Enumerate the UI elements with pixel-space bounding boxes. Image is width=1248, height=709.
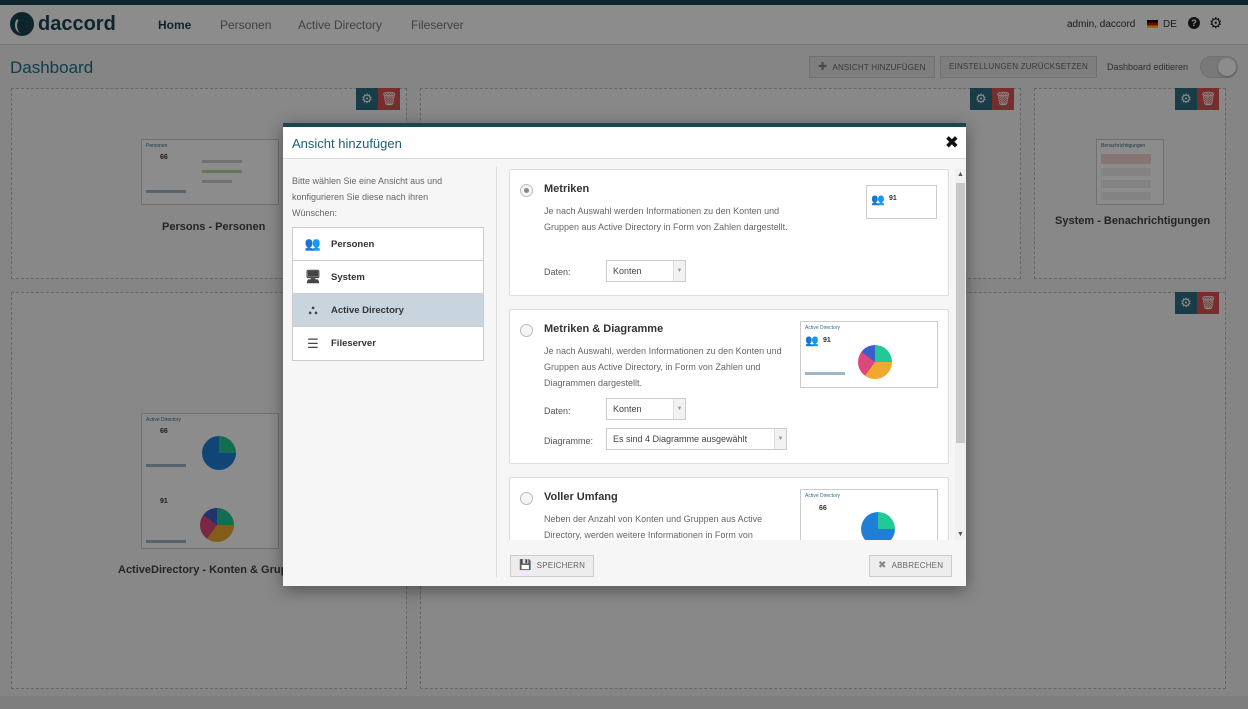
diagramme-label: Diagramme: (544, 436, 594, 446)
option-metriken-diagramme[interactable]: Metriken & Diagramme Je nach Auswahl, we… (509, 309, 949, 464)
save-label: SPEICHERN (536, 561, 586, 570)
users-icon: 👥 (871, 194, 885, 206)
add-view-modal: Ansicht hinzufügen ✖ Bitte wählen Sie ei… (283, 123, 966, 586)
category-list: 👥 Personen 🖥 System ⛬ Active Directory ☰… (292, 227, 484, 361)
category-fileserver[interactable]: ☰ Fileserver (293, 327, 483, 360)
option-metriken[interactable]: Metriken Je nach Auswahl werden Informat… (509, 169, 949, 296)
daten-select[interactable]: Konten ▼ (606, 260, 686, 282)
scroll-thumb[interactable] (956, 183, 965, 443)
system-icon: 🖥 (304, 269, 322, 284)
cancel-label: ABBRECHEN (891, 561, 944, 570)
thumb-title: Active Directory (805, 493, 841, 499)
scroll-up-icon[interactable]: ▲ (955, 171, 966, 178)
option-description: Je nach Auswahl, werden Informationen zu… (544, 346, 782, 388)
option-title: Metriken (544, 183, 590, 195)
chevron-down-icon: ▼ (673, 399, 685, 419)
modal-body: Bitte wählen Sie eine Ansicht aus und ko… (283, 159, 966, 586)
option-thumbnail: 👥 91 (866, 185, 937, 219)
category-system[interactable]: 🖥 System (293, 261, 483, 294)
option-thumbnail: Active Directory 👥 91 (800, 321, 938, 388)
save-button[interactable]: 💾 SPEICHERN (510, 555, 595, 577)
daten-label: Daten: (544, 267, 571, 277)
thumb-value: 91 (823, 337, 831, 344)
chevron-down-icon: ▼ (774, 429, 786, 449)
options-scrollbar[interactable]: ▲ ▼ (955, 169, 966, 540)
option-radio[interactable] (520, 324, 533, 337)
floppy-icon: 💾 (519, 560, 532, 571)
option-thumbnail: Active Directory 66 (800, 489, 938, 540)
close-icon[interactable]: ✖ (945, 133, 959, 153)
users-icon: 👥 (304, 236, 322, 251)
diagramme-select[interactable]: Es sind 4 Diagramme ausgewählt ▼ (606, 428, 787, 450)
thumb-value: 66 (819, 505, 827, 512)
modal-title: Ansicht hinzufügen (292, 136, 402, 151)
daten-value: Konten (613, 404, 642, 414)
option-radio[interactable] (520, 492, 533, 505)
pie-chart (858, 345, 892, 379)
option-radio[interactable] (520, 184, 533, 197)
category-personen[interactable]: 👥 Personen (293, 228, 483, 261)
cancel-button[interactable]: ✖ ABBRECHEN (869, 555, 953, 577)
daten-label: Daten: (544, 406, 571, 416)
network-icon: ⛬ (308, 302, 318, 317)
daten-value: Konten (613, 266, 642, 276)
option-description: Je nach Auswahl werden Informationen zu … (544, 206, 788, 232)
thumb-value: 91 (889, 195, 897, 202)
category-label: Active Directory (331, 304, 404, 316)
server-icon: ☰ (307, 335, 319, 351)
daten-select[interactable]: Konten ▼ (606, 398, 686, 420)
close-icon: ✖ (878, 560, 887, 571)
pie-chart (861, 512, 895, 540)
option-voller-umfang[interactable]: Voller Umfang Neben der Anzahl von Konte… (509, 477, 949, 540)
option-title: Metriken & Diagramme (544, 323, 664, 335)
users-icon: 👥 (805, 335, 819, 347)
option-description: Neben der Anzahl von Konten und Gruppen … (544, 514, 763, 540)
category-label: System (331, 271, 365, 283)
chevron-down-icon: ▼ (673, 261, 685, 281)
options-scroll-area[interactable]: Metriken Je nach Auswahl werden Informat… (509, 169, 955, 540)
category-active-directory[interactable]: ⛬ Active Directory (293, 294, 483, 327)
thumb-title: Active Directory (805, 325, 841, 331)
modal-intro: Bitte wählen Sie eine Ansicht aus und ko… (292, 176, 443, 218)
scroll-down-icon[interactable]: ▼ (955, 531, 966, 538)
category-label: Personen (331, 238, 375, 250)
category-label: Fileserver (331, 338, 376, 349)
diagramme-value: Es sind 4 Diagramme ausgewählt (613, 434, 748, 444)
option-title: Voller Umfang (544, 491, 618, 503)
